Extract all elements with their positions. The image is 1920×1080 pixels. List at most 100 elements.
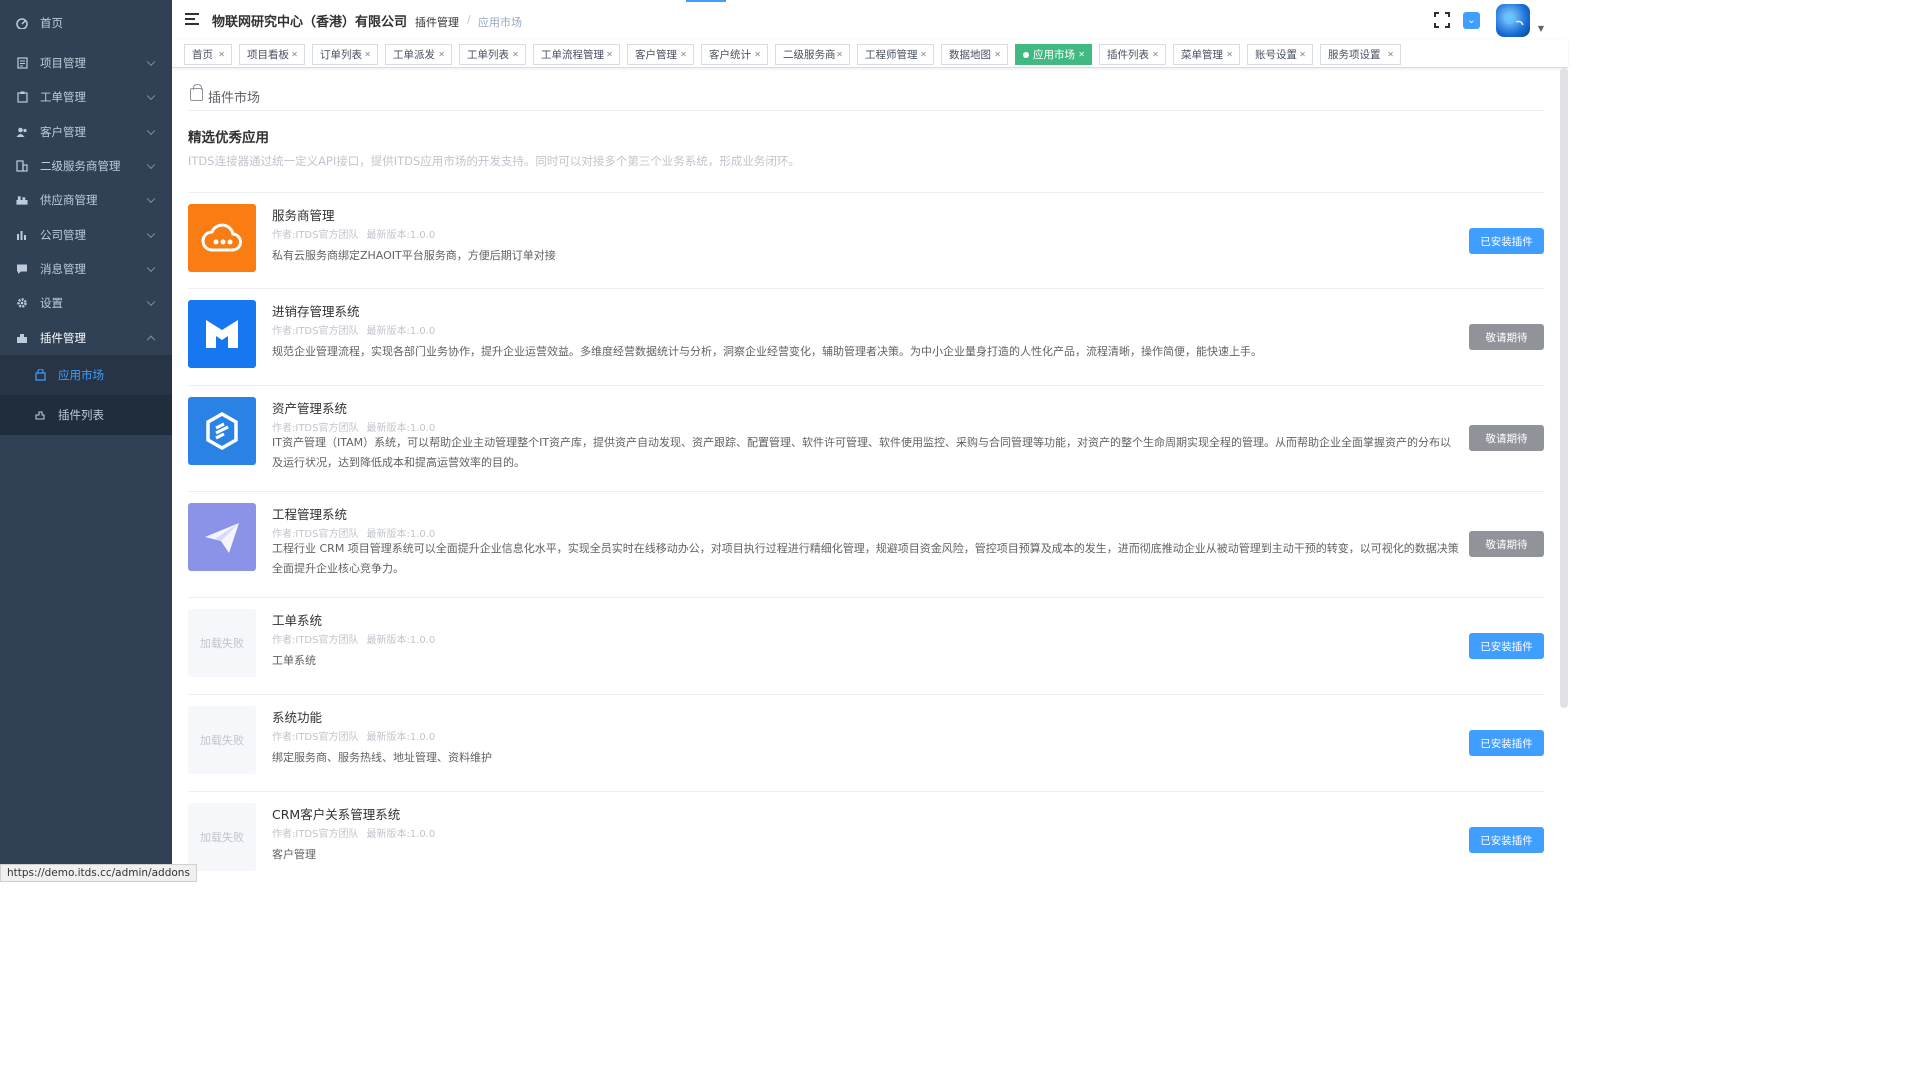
installed-plugin-button[interactable]: 已安装插件	[1469, 228, 1544, 254]
sidebar-item-ticket[interactable]: 工单管理	[0, 80, 172, 114]
close-icon[interactable]: ✕	[606, 50, 613, 59]
plugin-meta: 作者:ITDS官方团队 最新版本:1.0.0	[272, 322, 435, 337]
close-icon[interactable]: ✕	[994, 50, 1001, 59]
close-icon[interactable]: ✕	[1152, 50, 1159, 59]
plugin-author: 作者:ITDS官方团队	[272, 829, 359, 840]
plugin-name: 服务商管理	[272, 208, 335, 223]
sidebar-item-building[interactable]: 二级服务商管理	[0, 149, 172, 183]
sidebar-item-label: 首页	[40, 16, 63, 30]
close-icon[interactable]: ✕	[1078, 50, 1085, 59]
tab-label: 服务项设置	[1328, 49, 1381, 61]
active-dot-icon	[1023, 51, 1029, 58]
plugin-description: 绑定服务商、服务热线、地址管理、资料维护	[272, 751, 492, 764]
tab-11[interactable]: 应用市场 ✕	[1015, 44, 1092, 65]
close-icon[interactable]: ✕	[218, 50, 225, 59]
gear-icon	[16, 297, 28, 309]
sidebar-item-label: 二级服务商管理	[40, 159, 121, 174]
plugin-description: 私有云服务商绑定ZHAOIT平台服务商，方便后期订单对接	[272, 249, 556, 262]
tab-13[interactable]: 菜单管理 ✕	[1173, 44, 1240, 65]
avatar[interactable]	[1496, 4, 1530, 37]
scrollbar[interactable]	[1560, 68, 1568, 708]
tab-4[interactable]: 工单列表 ✕	[459, 44, 526, 65]
close-icon[interactable]: ✕	[512, 50, 519, 59]
sidebar-item-gear[interactable]: 设置	[0, 286, 172, 320]
cloud-icon	[188, 204, 256, 272]
plugin-row: 加载失败 工单系统 作者:ITDS官方团队 最新版本:1.0.0 工单系统 已安装插件	[188, 597, 1544, 694]
tab-15[interactable]: 服务项设置 ✕	[1320, 44, 1401, 65]
sidebar-item-app-market[interactable]: 应用市场	[0, 354, 172, 395]
tab-10[interactable]: 数据地图 ✕	[941, 44, 1008, 65]
plugin-name: 工单系统	[272, 613, 323, 628]
close-icon[interactable]: ✕	[364, 50, 371, 59]
plugin-row: 加载失败 系统功能作者:ITDS官方团队 最新版本:1.0.0 绑定服务商、服务热线、…	[188, 694, 1544, 791]
load-failed-text: 加载失败	[200, 734, 244, 747]
tab-label: 菜单管理	[1181, 49, 1223, 61]
tab-14[interactable]: 账号设置 ✕	[1247, 44, 1313, 65]
tab-1[interactable]: 项目看板 ✕	[239, 44, 305, 65]
plugin-logo-placeholder: 加载失败	[188, 609, 256, 677]
sidebar-item-message[interactable]: 消息管理	[0, 252, 172, 286]
close-icon[interactable]: ✕	[754, 50, 761, 59]
sidebar-item-chart[interactable]: 公司管理	[0, 217, 172, 251]
plugin-name: 系统功能	[272, 710, 323, 725]
paper-plane-icon	[188, 503, 256, 571]
plugin-description: IT资产管理（ITAM）系统，可以帮助企业主动管理整个IT资产库，提供资产自动发…	[272, 436, 1452, 469]
tab-7[interactable]: 客户统计 ✕	[701, 44, 768, 65]
dashboard-icon	[16, 17, 28, 29]
dropdown-badge-icon[interactable]: ⌄	[1463, 12, 1480, 29]
tab-label: 客户管理	[635, 49, 677, 61]
coming-soon-button[interactable]: 敬请期待	[1469, 531, 1544, 557]
close-icon[interactable]: ✕	[1299, 50, 1306, 59]
tab-0[interactable]: 首页 ✕	[184, 44, 232, 65]
close-icon[interactable]: ✕	[1387, 50, 1394, 59]
hamburger-icon[interactable]	[185, 13, 199, 25]
installed-plugin-button[interactable]: 已安装插件	[1469, 827, 1544, 853]
chart-icon	[16, 229, 28, 241]
chevron-down-icon[interactable]: ▼	[1538, 24, 1544, 33]
tab-3[interactable]: 工单派发 ✕	[385, 44, 452, 65]
close-icon[interactable]: ✕	[920, 50, 927, 59]
navbar: 物联网研究中心（香港）有限公司 插件管理 / 应用市场 ⌄ ▼	[172, 0, 1568, 40]
chevron-down-icon	[146, 126, 156, 135]
sidebar-item-plugin[interactable]: 插件管理	[0, 320, 172, 354]
coming-soon-button[interactable]: 敬请期待	[1469, 425, 1544, 451]
close-icon[interactable]: ✕	[291, 50, 298, 59]
close-icon[interactable]: ✕	[680, 50, 687, 59]
sidebar-item-home[interactable]: 首页	[0, 0, 172, 46]
company-name: 物联网研究中心（香港）有限公司	[212, 15, 408, 30]
section-title: 精选优秀应用	[188, 130, 269, 146]
plugin-version: 最新版本:1.0.0	[366, 326, 436, 337]
tab-12[interactable]: 插件列表 ✕	[1099, 44, 1166, 65]
tab-9[interactable]: 工程师管理 ✕	[857, 44, 934, 65]
plugin-logo-placeholder: 加载失败	[188, 803, 256, 871]
tab-6[interactable]: 客户管理 ✕	[627, 44, 694, 65]
sidebar-item-supplier[interactable]: 供应商管理	[0, 183, 172, 217]
plugin-description: 规范企业管理流程，实现各部门业务协作，提升企业运营效益。多维度经营数据统计与分析…	[272, 345, 1262, 358]
plugin-name: CRM客户关系管理系统	[272, 807, 401, 822]
tab-label: 工单派发	[393, 49, 435, 61]
plugin-meta: 作者:ITDS官方团队 最新版本:1.0.0	[272, 226, 435, 241]
close-icon[interactable]: ✕	[1226, 50, 1233, 59]
installed-plugin-button[interactable]: 已安装插件	[1469, 730, 1544, 756]
installed-plugin-button[interactable]: 已安装插件	[1469, 633, 1544, 659]
close-icon[interactable]: ✕	[438, 50, 445, 59]
plugin-meta: 作者:ITDS官方团队 最新版本:1.0.0	[272, 728, 435, 743]
plugin-description: 工程行业 CRM 项目管理系统可以全面提升企业信息化水平，实现全员实时在线移动办…	[272, 542, 1459, 575]
breadcrumb-parent[interactable]: 插件管理	[415, 14, 459, 30]
tab-label: 二级服务商	[783, 49, 836, 61]
sidebar-item-label: 插件管理	[40, 330, 86, 345]
tab-8[interactable]: 二级服务商 ✕	[775, 44, 850, 65]
plugin-row: 加载失败 CRM客户关系管理系统 作者:ITDS官方团队 最新版本:1.0.0 客户管理…	[188, 791, 1544, 888]
ticket-icon	[16, 91, 28, 104]
tab-5[interactable]: 工单流程管理 ✕	[533, 44, 620, 65]
coming-soon-button[interactable]: 敬请期待	[1469, 324, 1544, 350]
plugin-version: 最新版本:1.0.0	[366, 635, 436, 646]
sidebar-item-users[interactable]: 客户管理	[0, 115, 172, 149]
tab-2[interactable]: 订单列表 ✕	[312, 44, 378, 65]
plugin-submenu: 应用市场 插件列表	[0, 354, 172, 435]
fullscreen-icon[interactable]	[1434, 12, 1450, 28]
sidebar-item-project[interactable]: 项目管理	[0, 46, 172, 80]
close-icon[interactable]: ✕	[836, 50, 843, 59]
sidebar-item-label: 消息管理	[40, 261, 86, 276]
sidebar-item-plugin-list[interactable]: 插件列表	[0, 395, 172, 435]
